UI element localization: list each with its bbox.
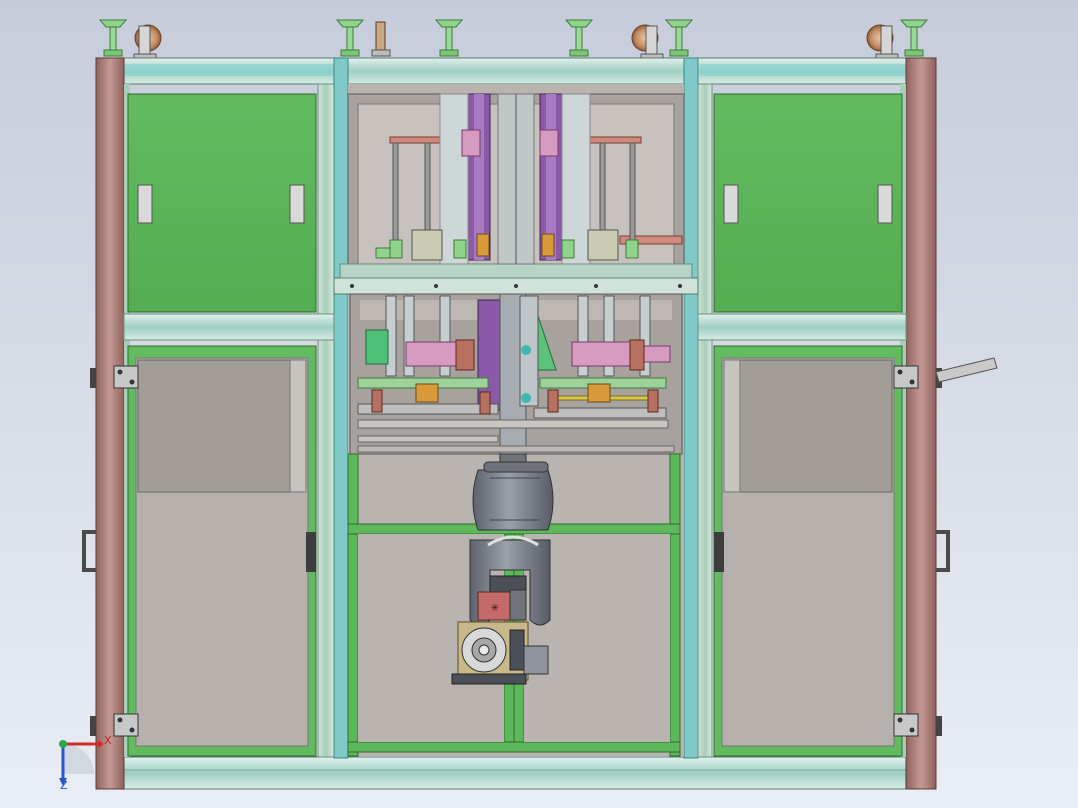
door-handle-icon[interactable] xyxy=(306,532,316,572)
upper-right-door[interactable] xyxy=(713,93,903,313)
door-handle-icon[interactable] xyxy=(289,184,305,224)
right-post xyxy=(905,57,937,790)
top-hardware xyxy=(98,19,929,60)
side-handle-icon[interactable] xyxy=(936,530,950,572)
hinge-icon xyxy=(893,365,919,389)
upper-left-door[interactable] xyxy=(127,93,317,313)
leveling-foot-icon xyxy=(564,19,594,57)
lever-arm[interactable] xyxy=(935,357,998,383)
bottom-rail xyxy=(95,756,937,790)
caster-wheel-icon xyxy=(133,24,162,60)
caster-wheel-icon xyxy=(371,21,391,57)
robot-upper-link[interactable] xyxy=(472,469,554,531)
caster-wheel-icon xyxy=(631,24,664,60)
right-cabinet xyxy=(713,93,903,757)
door-handle-icon[interactable] xyxy=(714,532,724,572)
machine-assembly-drawing[interactable]: ✳ X Z xyxy=(0,0,1078,808)
hinge-icon xyxy=(893,713,919,737)
door-handle-icon[interactable] xyxy=(877,184,893,224)
cad-viewport[interactable]: ✳ X Z xyxy=(0,0,1078,808)
axis-z-label: Z xyxy=(60,779,68,792)
right-window-panel xyxy=(739,359,893,493)
side-handle-icon[interactable] xyxy=(82,530,96,572)
leveling-foot-icon xyxy=(98,19,128,57)
left-post xyxy=(95,57,125,790)
door-handle-icon[interactable] xyxy=(723,184,739,224)
leveling-foot-icon xyxy=(664,19,694,57)
hinge-icon xyxy=(113,713,139,737)
leveling-foot-icon xyxy=(434,19,464,57)
svg-text:✳: ✳ xyxy=(491,603,499,614)
left-cabinet xyxy=(127,93,317,757)
leveling-foot-icon xyxy=(335,19,365,57)
door-handle-icon[interactable] xyxy=(137,184,153,224)
leveling-foot-icon xyxy=(899,19,929,57)
axis-x-label: X xyxy=(104,734,112,747)
hinge-icon xyxy=(113,365,139,389)
left-window-panel xyxy=(137,359,291,493)
caster-wheel-icon xyxy=(866,24,899,60)
